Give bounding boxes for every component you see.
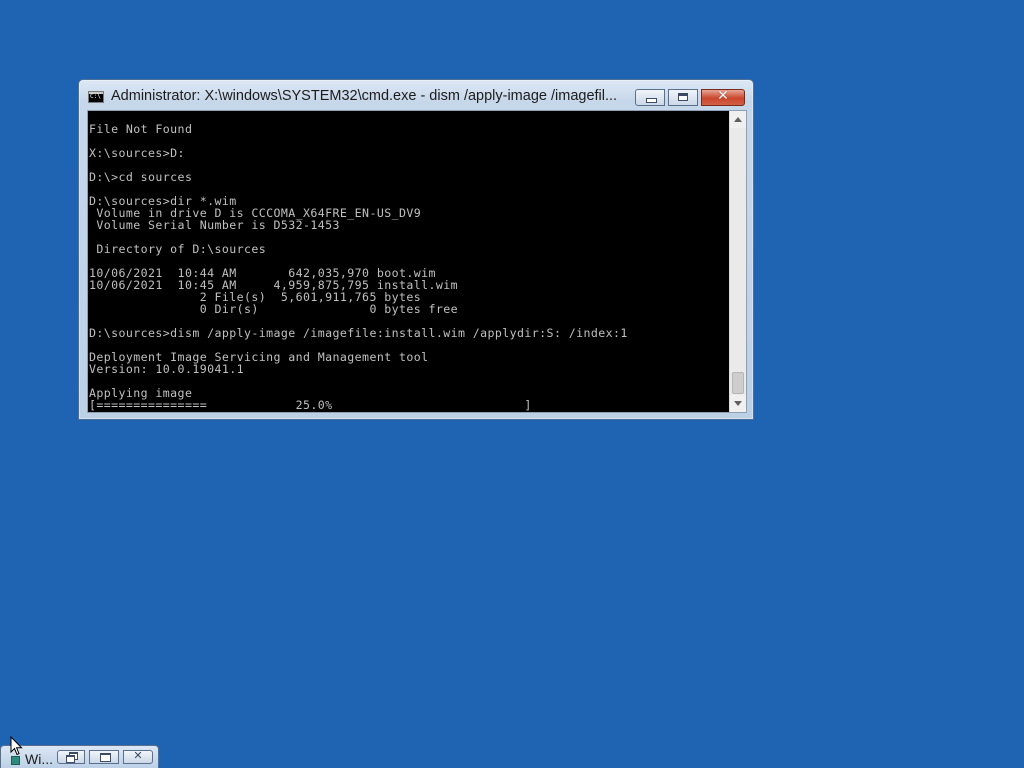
caption-buttons: ✕ [635,88,745,106]
minimized-close-button[interactable]: ✕ [123,749,153,764]
close-icon: ✕ [133,749,143,762]
vertical-scrollbar[interactable] [729,111,746,412]
mouse-cursor-icon [10,736,23,756]
setup-icon [11,756,20,765]
cmd-window[interactable]: Administrator: X:\windows\SYSTEM32\cmd.e… [78,79,754,420]
scroll-down-button[interactable] [730,395,746,412]
minimized-window-title: Wi... [25,751,53,767]
maximize-icon [100,753,111,762]
close-button[interactable]: ✕ [701,88,745,106]
window-title: Administrator: X:\windows\SYSTEM32\cmd.e… [111,88,618,104]
console-text: File Not Found X:\sources>D: D:\>cd sour… [89,122,628,412]
minimize-icon [646,98,657,103]
maximize-button[interactable] [668,89,698,106]
minimize-button[interactable] [635,89,665,106]
scrollbar-thumb[interactable] [732,372,744,394]
close-icon: ✕ [717,88,729,104]
title-bar[interactable]: Administrator: X:\windows\SYSTEM32\cmd.e… [79,80,753,110]
arrow-up-icon [734,117,742,122]
console-output[interactable]: File Not Found X:\sources>D: D:\>cd sour… [88,111,729,412]
arrow-down-icon [734,401,742,406]
maximize-icon [678,93,688,101]
scroll-up-button[interactable] [730,111,746,128]
cmd-icon[interactable] [88,91,104,103]
minimized-maximize-button[interactable] [89,750,119,764]
restore-button[interactable] [57,750,85,764]
restore-icon-back [66,755,75,763]
console-frame: File Not Found X:\sources>D: D:\>cd sour… [87,110,747,413]
minimized-caption-buttons: ✕ [57,749,157,764]
